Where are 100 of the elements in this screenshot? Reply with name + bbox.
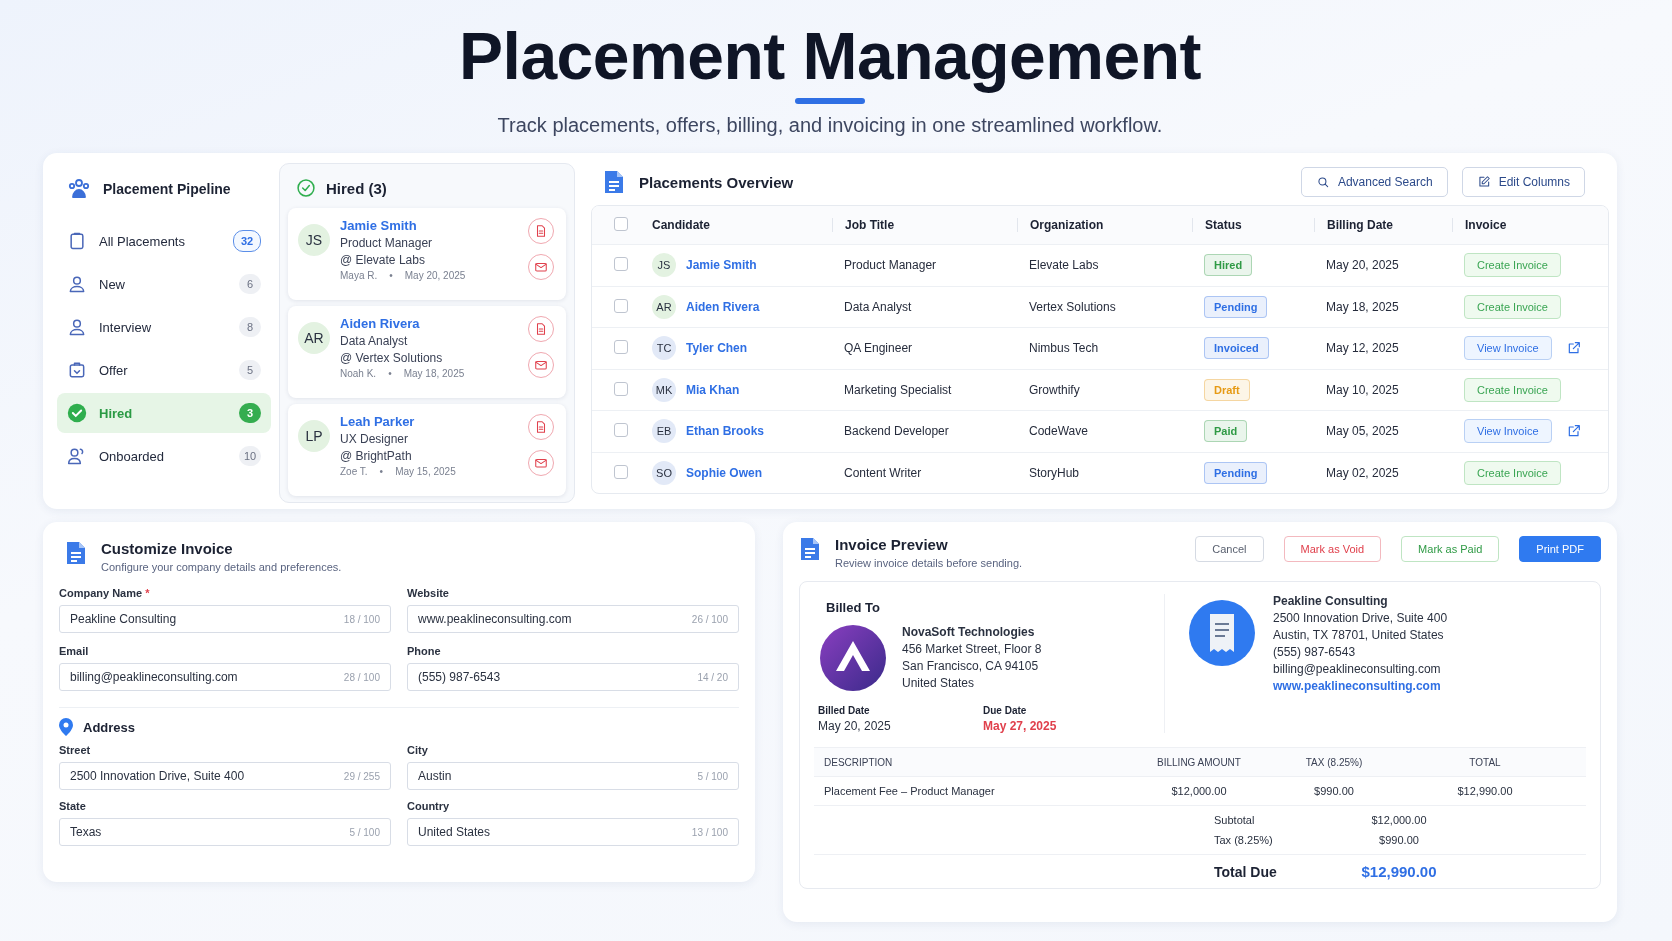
panel-subtitle: Review invoice details before sending. — [835, 557, 1023, 569]
row-checkbox[interactable] — [614, 381, 628, 396]
invoice-button[interactable]: Create Invoice — [1464, 253, 1561, 278]
billed-date: May 20, 2025 — [818, 719, 892, 733]
sidebar-item[interactable]: All Placements 32 — [57, 221, 271, 261]
sidebar-item[interactable]: Interview 8 — [57, 307, 271, 347]
sidebar-item[interactable]: Onboarded 10 — [57, 436, 271, 476]
table-cell-text: CodeWave — [1028, 424, 1089, 439]
page-subtitle: Track placements, offers, billing, and invoicing in one streamlined workflow. — [497, 114, 1163, 137]
separator-dot: • — [379, 466, 384, 477]
document-button[interactable] — [528, 414, 554, 440]
candidate-link[interactable]: Sophie Owen — [686, 465, 762, 480]
document-button[interactable] — [528, 316, 554, 342]
invoice-button[interactable]: Create Invoice — [1464, 377, 1561, 402]
date-label: Billed Date — [818, 705, 871, 716]
summary-label: Tax (8.25%) — [1214, 834, 1274, 846]
table-cell-text: Growthify — [1028, 382, 1081, 397]
contact-line: Austin, TX 78701, United States — [1273, 628, 1445, 642]
avatar: MK — [652, 377, 676, 402]
candidate-name[interactable]: Jamie Smith — [340, 218, 518, 233]
status-badge: Invoiced — [1204, 337, 1269, 360]
page-title: Placement Management — [459, 18, 1201, 95]
column-header: TAX (8.25%) — [1304, 756, 1364, 768]
action-button[interactable]: Mark as Void — [1283, 536, 1382, 562]
table-cell-text: Backend Developer — [843, 424, 950, 439]
due-date: May 27, 2025 — [983, 719, 1058, 733]
briefcase-icon — [67, 360, 87, 380]
input-field[interactable]: billing@peaklineconsulting.com 28 / 100 — [59, 663, 391, 691]
row-checkbox[interactable] — [614, 340, 628, 355]
candidate-card[interactable]: JS Jamie Smith Product Manager @ Elevate Labs Maya R. • May 20, 2025 — [288, 208, 566, 300]
status-badge: Pending — [1204, 295, 1268, 318]
candidate-name[interactable]: Aiden Rivera — [340, 316, 518, 331]
field-label: Street — [59, 744, 92, 756]
candidate-link[interactable]: Mia Khan — [686, 382, 740, 397]
count-badge: 5 — [239, 360, 261, 380]
sidebar-item[interactable]: Offer 5 — [57, 350, 271, 390]
document-icon — [603, 169, 625, 195]
placement-date: May 20, 2025 — [404, 270, 466, 281]
invoice-button[interactable]: Create Invoice — [1464, 460, 1561, 485]
action-button[interactable]: Print PDF — [1519, 536, 1601, 562]
table-cell-text: May 12, 2025 — [1325, 341, 1400, 356]
table-cell-text: May 18, 2025 — [1325, 299, 1400, 314]
action-button[interactable]: Mark as Paid — [1401, 536, 1500, 562]
candidate-link[interactable]: Ethan Brooks — [686, 424, 764, 439]
summary-label: Subtotal — [1214, 814, 1256, 826]
candidate-name[interactable]: Leah Parker — [340, 414, 518, 429]
table-cell-text: QA Engineer — [843, 341, 914, 356]
company-name: @ BrightPath — [340, 449, 413, 463]
document-button[interactable] — [528, 218, 554, 244]
avatar: TC — [652, 336, 676, 361]
candidate-link[interactable]: Jamie Smith — [686, 258, 757, 273]
table-cell-text: $990.00 — [1313, 785, 1355, 797]
input-field[interactable]: Austin 5 / 100 — [407, 762, 739, 790]
table-cell-text: $12,000.00 — [1170, 785, 1228, 797]
document-icon — [534, 224, 548, 238]
column-header: TOTAL — [1468, 756, 1502, 768]
column-header: Job Title — [832, 218, 1017, 232]
edit-icon — [1476, 175, 1491, 189]
email-button[interactable] — [528, 254, 554, 280]
count-badge: 10 — [239, 446, 261, 466]
sidebar-item[interactable]: Hired 3 — [57, 393, 271, 433]
input-field[interactable]: United States 13 / 100 — [407, 818, 739, 846]
candidate-card[interactable]: AR Aiden Rivera Data Analyst @ Vertex Solutions Noah K. • May 18, 2025 — [288, 306, 566, 398]
sidebar-item[interactable]: New 6 — [57, 264, 271, 304]
edit-button[interactable]: Edit Columns — [1461, 167, 1585, 197]
invoice-button[interactable]: View Invoice — [1464, 419, 1552, 444]
mail-icon — [534, 358, 548, 372]
email-button[interactable] — [528, 450, 554, 476]
row-checkbox[interactable] — [614, 257, 628, 272]
separator-dot: • — [388, 368, 392, 379]
email-button[interactable] — [528, 352, 554, 378]
status-badge: Paid — [1204, 420, 1248, 443]
avatar: JS — [298, 224, 330, 256]
row-checkbox[interactable] — [614, 464, 628, 479]
row-checkbox[interactable] — [614, 423, 628, 438]
invoice-button[interactable]: View Invoice — [1464, 336, 1552, 361]
candidate-link[interactable]: Tyler Chen — [686, 341, 748, 356]
select-all-checkbox[interactable] — [614, 217, 628, 231]
input-field[interactable]: Texas 5 / 100 — [59, 818, 391, 846]
input-field[interactable]: 2500 Innovation Drive, Suite 400 29 / 255 — [59, 762, 391, 790]
column-header: DESCRIPTION — [824, 756, 894, 768]
section-title: Address — [83, 719, 136, 735]
column-header: Candidate — [652, 218, 711, 232]
row-checkbox[interactable] — [614, 298, 628, 313]
invoice-button[interactable]: Create Invoice — [1464, 294, 1561, 319]
table-cell-text: Nimbus Tech — [1028, 341, 1100, 356]
table-cell-text: May 02, 2025 — [1325, 465, 1400, 480]
address-line: 456 Market Street, Floor 8 — [902, 642, 1042, 656]
candidate-link[interactable]: Aiden Rivera — [686, 299, 760, 314]
input-field[interactable]: Peakline Consulting 18 / 100 — [59, 605, 391, 633]
summary-value: $990.00 — [1378, 834, 1420, 846]
search-button[interactable]: Advanced Search — [1300, 167, 1448, 197]
input-field[interactable]: www.peaklineconsulting.com 26 / 100 — [407, 605, 739, 633]
action-button[interactable]: Cancel — [1195, 536, 1264, 562]
panel-title: Placement Pipeline — [103, 181, 231, 197]
candidate-card[interactable]: LP Leah Parker UX Designer @ BrightPath Zoe T. • May 15, 2025 — [288, 404, 566, 496]
contact-line: (555) 987-6543 — [1273, 645, 1357, 659]
address-line: United States — [902, 676, 976, 690]
website-link[interactable]: www.peaklineconsulting.com — [1273, 679, 1448, 693]
input-field[interactable]: (555) 987-6543 14 / 20 — [407, 663, 739, 691]
